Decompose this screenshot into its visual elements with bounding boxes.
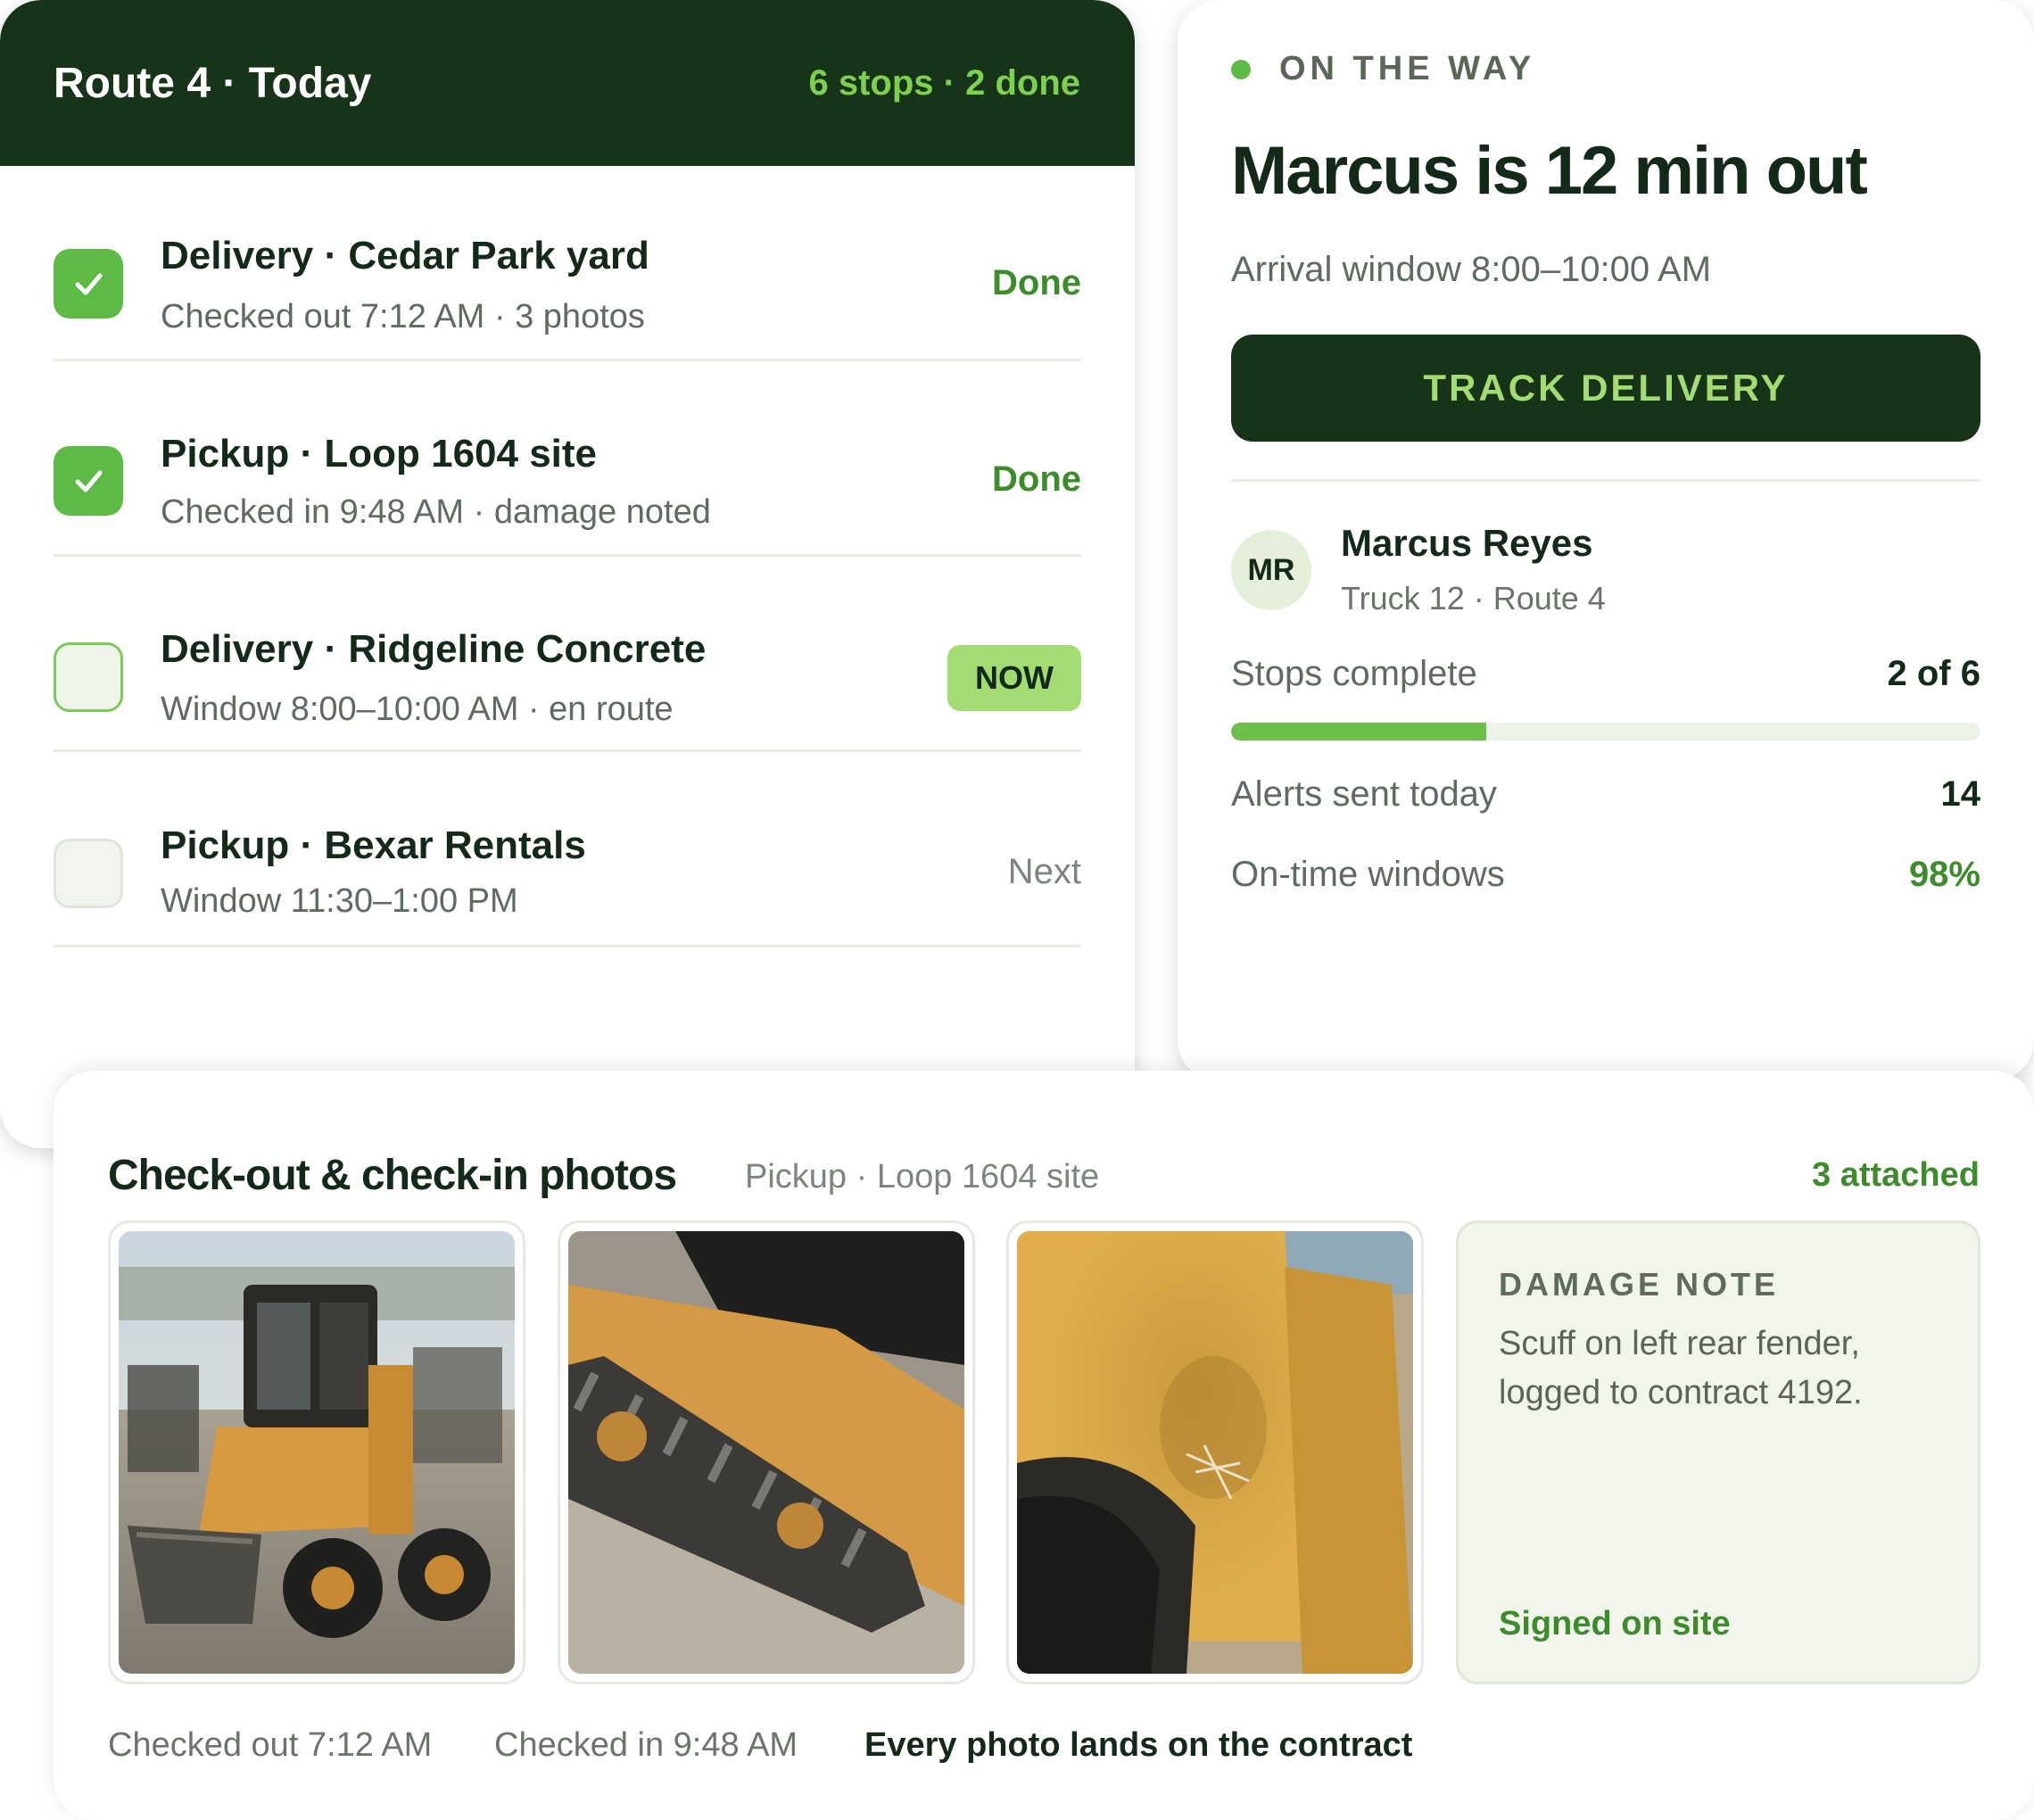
route-stop-summary: 6 stops · 2 done [808, 62, 1081, 103]
metric-label: Stops complete [1231, 654, 1477, 693]
stops-progress-fill [1231, 723, 1486, 740]
stop-row[interactable]: Delivery · Ridgeline Concrete Window 8:0… [54, 557, 1081, 752]
metric-label: Alerts sent today [1231, 774, 1497, 814]
metric-stops-complete: Stops complete 2 of 6 [1231, 654, 1980, 694]
tracking-headline: Marcus is 12 min out [1231, 133, 1868, 209]
skid-steer-loader-photo [119, 1231, 515, 1674]
stop-status: Next [1007, 852, 1081, 891]
caption-checked-in: Checked in 9:48 AM [494, 1726, 798, 1764]
rubber-track-photo [568, 1231, 964, 1674]
caption-checked-out: Checked out 7:12 AM [108, 1726, 433, 1764]
stop-title: Delivery · Ridgeline Concrete [161, 627, 707, 671]
photo-thumbnail[interactable] [558, 1220, 975, 1684]
route-title: Route 4 · Today [54, 59, 372, 107]
damage-note-text: Scuff on left rear fender, logged to con… [1499, 1325, 1863, 1411]
stop-title: Delivery · Cedar Park yard [161, 234, 649, 277]
status-dot-icon [1231, 59, 1251, 79]
metric-on-time-windows: On-time windows 98% [1231, 855, 1980, 895]
checkmark-icon [75, 273, 103, 295]
stop-subtitle: Window 11:30–1:00 PM [161, 882, 518, 920]
tracking-status-label: ON THE WAY [1279, 50, 1536, 87]
checkmark-icon [75, 470, 103, 492]
stop-subtitle: Window 8:00–10:00 AM · en route [161, 691, 674, 728]
driver-name: Marcus Reyes [1341, 522, 1593, 564]
divider [1231, 479, 1980, 482]
photos-title: Check-out & check-in photos [108, 1152, 677, 1199]
caption-tagline: Every photo lands on the contract [864, 1726, 1413, 1764]
metric-label: On-time windows [1231, 855, 1505, 894]
stop-checkbox[interactable] [54, 642, 123, 712]
route-card: Route 4 · Today 6 stops · 2 done Deliver… [0, 0, 1135, 1148]
photos-count: 3 attached [1812, 1156, 1980, 1194]
photos-card: Check-out & check-in photos Pickup · Loo… [54, 1071, 2034, 1820]
photo-thumbnail[interactable] [108, 1220, 525, 1684]
stop-title: Pickup · Loop 1604 site [161, 432, 598, 476]
stop-row[interactable]: Pickup · Loop 1604 site Checked in 9:48 … [54, 361, 1081, 557]
arrival-window: Arrival window 8:00–10:00 AM [1231, 250, 1712, 289]
stop-title: Pickup · Bexar Rentals [161, 823, 586, 867]
stop-subtitle: Checked out 7:12 AM · 3 photos [161, 298, 645, 335]
dented-fender-photo [1017, 1231, 1413, 1674]
track-delivery-button[interactable]: TRACK DELIVERY [1231, 335, 1980, 442]
damage-note-signed: Signed on site [1499, 1605, 1731, 1642]
metric-value: 14 [1940, 774, 1981, 814]
avatar: MR [1231, 530, 1311, 610]
stop-checkbox[interactable] [54, 446, 123, 516]
damage-note-label: DAMAGE NOTE [1499, 1266, 1779, 1303]
stop-status: Done [992, 459, 1081, 499]
now-badge: NOW [947, 645, 1081, 711]
tracking-card: ON THE WAY Marcus is 12 min out Arrival … [1178, 0, 2034, 1081]
metric-alerts-sent: Alerts sent today 14 [1231, 774, 1980, 815]
driver-meta: Truck 12 · Route 4 [1341, 580, 1606, 616]
stop-row[interactable]: Pickup · Bexar Rentals Window 11:30–1:00… [54, 752, 1081, 947]
route-header: Route 4 · Today 6 stops · 2 done [0, 0, 1135, 166]
stops-progress-bar [1231, 723, 1980, 740]
stop-subtitle: Checked in 9:48 AM · damage noted [161, 493, 711, 531]
metric-value: 2 of 6 [1887, 654, 1980, 693]
metric-value: 98% [1908, 855, 1980, 894]
stop-checkbox[interactable] [54, 839, 123, 908]
stop-status: Done [992, 263, 1081, 302]
stop-row[interactable]: Delivery · Cedar Park yard Checked out 7… [54, 166, 1081, 361]
photo-thumbnail[interactable] [1006, 1220, 1424, 1684]
damage-note: DAMAGE NOTE Scuff on left rear fender, l… [1456, 1220, 1980, 1684]
stop-checkbox[interactable] [54, 249, 123, 318]
photos-context: Pickup · Loop 1604 site [745, 1158, 1100, 1195]
tracking-status: ON THE WAY [1231, 50, 1535, 88]
